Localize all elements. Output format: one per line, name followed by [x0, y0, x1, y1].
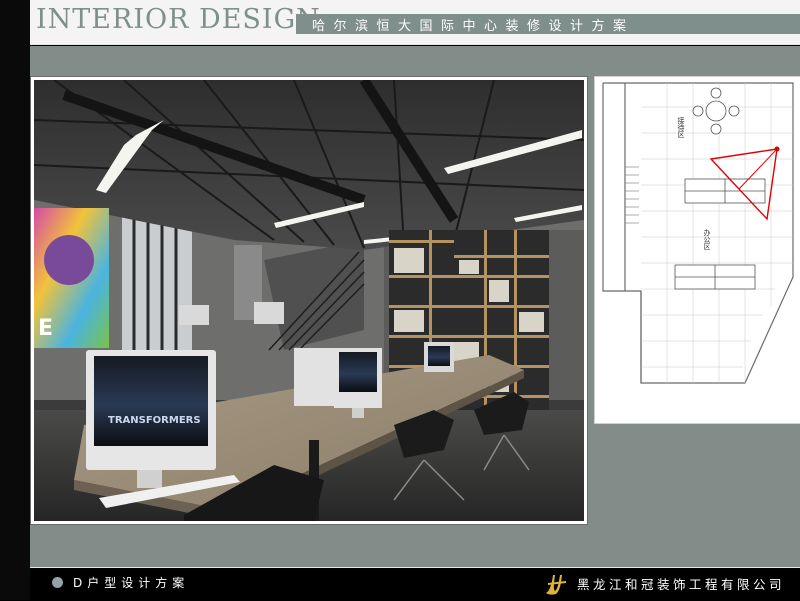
bullet-dot-icon: [52, 577, 63, 588]
plan-label-reception: 接待区: [677, 116, 685, 138]
footer: D户型设计方案 黑龙江和冠装饰工程有限公司: [30, 568, 800, 600]
plan-meeting-table: [692, 87, 740, 135]
left-black-strip: [0, 0, 30, 600]
company-name: 黑龙江和冠装饰工程有限公司: [577, 577, 786, 592]
poster-letter: E: [38, 316, 53, 341]
plan-type-label: D户型设计方案: [73, 576, 190, 590]
subtitle-band: 哈尔滨恒大国际中心装修设计方案: [296, 14, 800, 34]
plan-stairs: [625, 166, 639, 224]
plan-label-office: 办公区: [703, 228, 711, 250]
project-subtitle: 哈尔滨恒大国际中心装修设计方案: [312, 19, 635, 34]
plan-walls: [602, 82, 794, 384]
header-divider: [30, 44, 800, 45]
monitor-title: TRANSFORMERS: [108, 415, 201, 426]
poster: E: [34, 208, 109, 348]
floor-plan: 接待区 办公区: [594, 76, 800, 424]
company-logo-icon: [542, 569, 570, 597]
plan-desks: [674, 178, 766, 290]
header: INTERIOR DESIGN 哈尔滨恒大国际中心装修设计方案: [30, 0, 800, 44]
page-title: INTERIOR DESIGN: [36, 4, 321, 35]
main-panel: E TRANSFORMERS 接待区 办公区: [30, 46, 800, 567]
interior-rendering: E TRANSFORMERS: [34, 80, 584, 521]
rendering-frame: E TRANSFORMERS: [30, 76, 588, 525]
